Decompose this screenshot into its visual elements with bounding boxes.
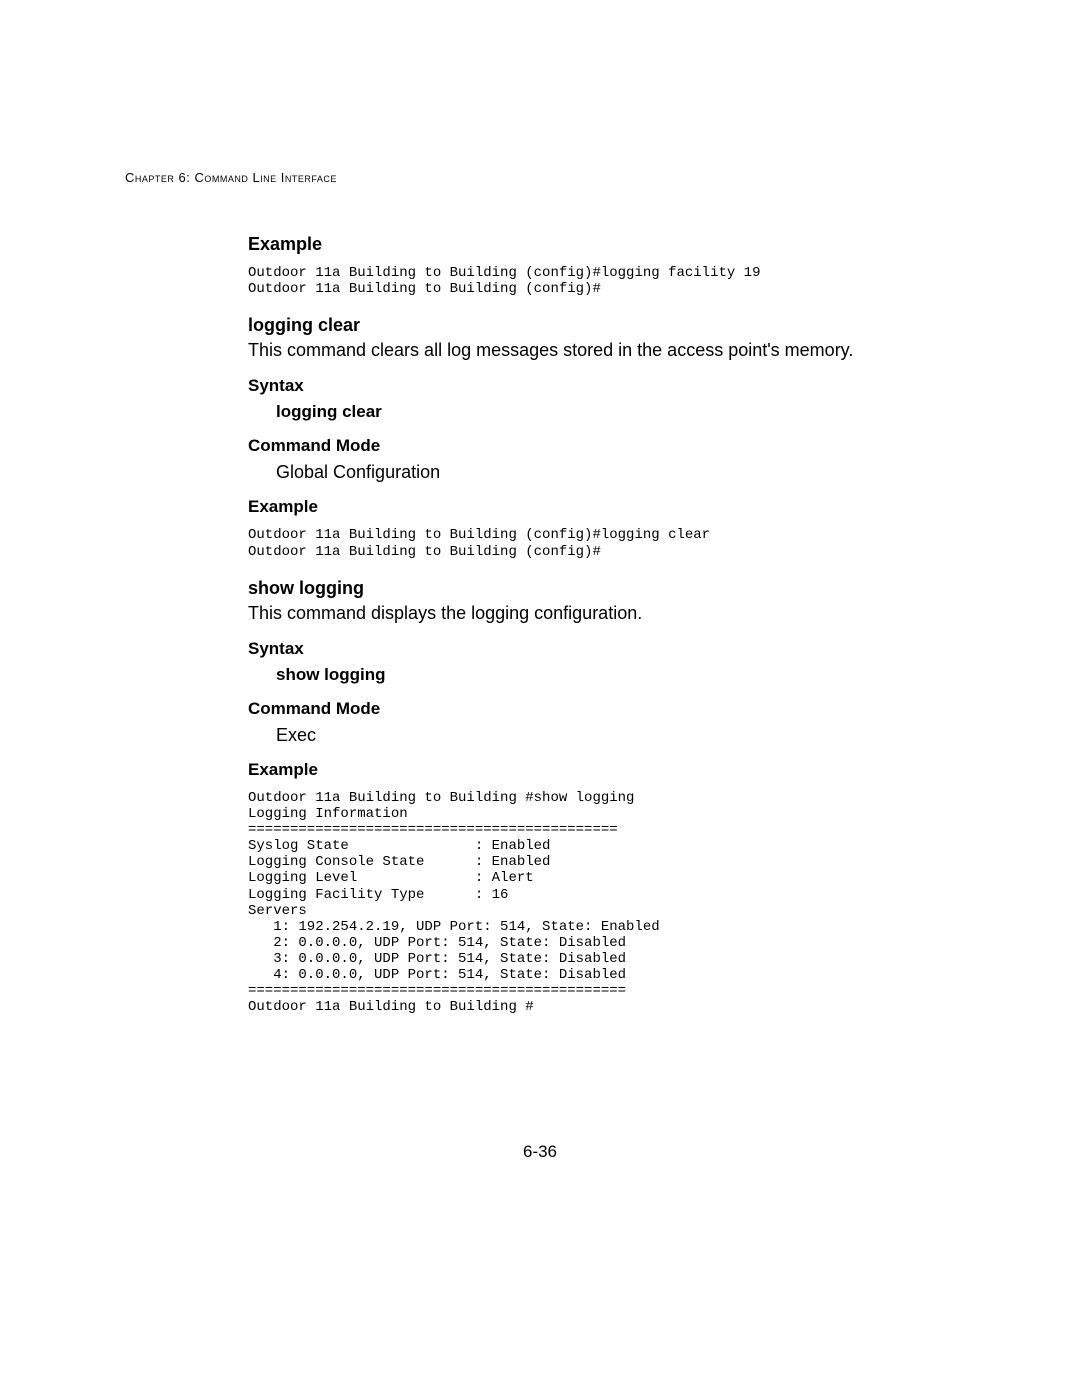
syntax-heading-1: Syntax <box>248 376 948 396</box>
page-number: 6-36 <box>0 1142 1080 1162</box>
mode-value-1: Global Configuration <box>276 462 948 483</box>
syntax-value-2: show logging <box>276 665 948 685</box>
code-block-3: Outdoor 11a Building to Building #show l… <box>248 790 948 1015</box>
example-heading-3: Example <box>248 760 948 780</box>
code-block-1: Outdoor 11a Building to Building (config… <box>248 265 948 297</box>
example-heading-1: Example <box>248 234 948 255</box>
chapter-label: Chapter 6: Command Line Interface <box>125 170 337 185</box>
example-heading-2: Example <box>248 497 948 517</box>
mode-value-2: Exec <box>276 725 948 746</box>
command-title-show-logging: show logging <box>248 578 948 599</box>
mode-heading-1: Command Mode <box>248 436 948 456</box>
page-content: Example Outdoor 11a Building to Building… <box>248 220 948 1019</box>
code-block-2: Outdoor 11a Building to Building (config… <box>248 527 948 559</box>
mode-heading-2: Command Mode <box>248 699 948 719</box>
syntax-value-1: logging clear <box>276 402 948 422</box>
description-logging-clear: This command clears all log messages sto… <box>248 338 948 362</box>
command-title-logging-clear: logging clear <box>248 315 948 336</box>
page-header: Chapter 6: Command Line Interface <box>125 170 337 185</box>
description-show-logging: This command displays the logging config… <box>248 601 948 625</box>
syntax-heading-2: Syntax <box>248 639 948 659</box>
